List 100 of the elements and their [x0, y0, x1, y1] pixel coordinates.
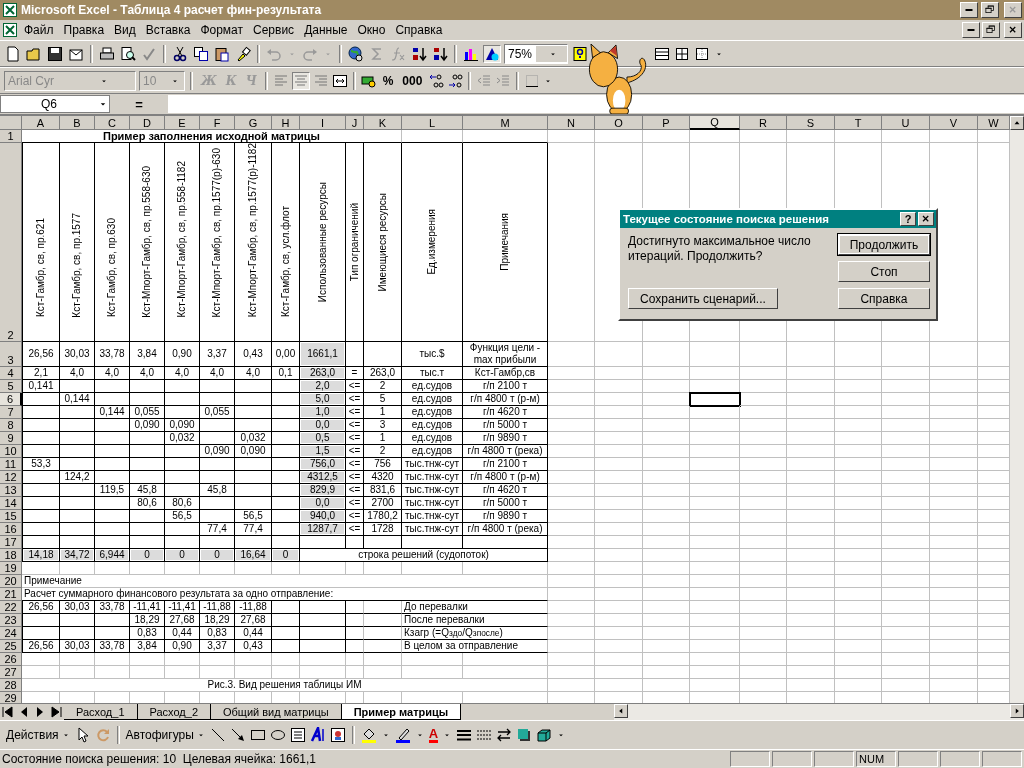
sheet-tab[interactable]: Общий вид матрицы: [211, 704, 342, 720]
row-header[interactable]: 22: [0, 601, 22, 615]
row-header[interactable]: 23: [0, 614, 22, 628]
row-header[interactable]: 8: [0, 419, 22, 433]
menu-item[interactable]: Данные: [300, 23, 352, 37]
menu-item[interactable]: Сервис: [249, 23, 299, 37]
row-header[interactable]: 6: [0, 393, 22, 407]
menu-item[interactable]: Правка: [59, 23, 109, 37]
table-cell: 0,90: [165, 640, 200, 654]
table-cell: тыс.тнж-сут: [402, 484, 463, 498]
column-header[interactable]: C: [95, 116, 130, 130]
column-header[interactable]: K: [364, 116, 402, 130]
dialog-button[interactable]: Стоп: [838, 261, 930, 282]
column-header[interactable]: Q: [690, 116, 740, 130]
table-cell: <=: [346, 458, 364, 472]
menu-item[interactable]: Вставка: [141, 23, 195, 37]
column-header[interactable]: T: [835, 116, 882, 130]
row-header[interactable]: 4: [0, 367, 22, 381]
table-cell: 756,0: [300, 458, 346, 472]
row-header[interactable]: 11: [0, 458, 22, 472]
column-header[interactable]: B: [60, 116, 95, 130]
row-header[interactable]: 27: [0, 666, 22, 680]
menu-item[interactable]: Формат: [196, 23, 248, 37]
row-header[interactable]: 1: [0, 130, 22, 143]
row-header[interactable]: 24: [0, 627, 22, 641]
row-header[interactable]: 25: [0, 640, 22, 654]
row-header[interactable]: 18: [0, 549, 22, 563]
table-cell: 34,72: [60, 549, 95, 563]
table-cell: Пример заполнения исходной матрицы: [22, 130, 402, 143]
column-header[interactable]: P: [643, 116, 690, 130]
sheet-tab[interactable]: Расход_2: [137, 704, 211, 720]
menu-item[interactable]: Окно: [353, 23, 390, 37]
table-cell: Примечание: [22, 575, 548, 589]
sheet-tab[interactable]: Пример матрицы: [341, 704, 462, 720]
row-header[interactable]: 28: [0, 679, 22, 693]
table-cell: ед.судов: [402, 432, 463, 446]
row-header[interactable]: 5: [0, 380, 22, 394]
column-header[interactable]: I: [300, 116, 346, 130]
column-header[interactable]: H: [272, 116, 300, 130]
table-cell: <=: [346, 510, 364, 524]
column-header[interactable]: O: [595, 116, 643, 130]
table-cell: 4312,5: [300, 471, 346, 485]
row-header[interactable]: 14: [0, 497, 22, 511]
table-cell: 4,0: [200, 367, 235, 381]
column-header[interactable]: G: [235, 116, 272, 130]
row-header[interactable]: 26: [0, 653, 22, 667]
table-cell: 0,090: [165, 419, 200, 433]
table-cell: г/п 5000 т: [463, 497, 548, 511]
table-cell: После перевалки: [402, 614, 548, 628]
column-header[interactable]: R: [740, 116, 787, 130]
menu-item[interactable]: Вид: [110, 23, 140, 37]
dialog-button[interactable]: Сохранить сценарий...: [628, 288, 778, 309]
row-header[interactable]: 2: [0, 143, 22, 343]
column-header[interactable]: F: [200, 116, 235, 130]
help-button[interactable]: ?: [900, 212, 916, 226]
column-header[interactable]: L: [402, 116, 463, 130]
column-header[interactable]: M: [463, 116, 548, 130]
dialog-button[interactable]: Справка: [838, 288, 930, 309]
table-cell: -11,88: [235, 601, 272, 615]
column-header[interactable]: V: [930, 116, 978, 130]
row-header[interactable]: 17: [0, 536, 22, 550]
table-cell: 3,37: [200, 342, 235, 368]
menu-item[interactable]: Файл: [20, 23, 58, 37]
row-header[interactable]: 3: [0, 342, 22, 368]
column-header[interactable]: N: [548, 116, 595, 130]
dialog-button[interactable]: Продолжить: [838, 234, 930, 255]
actions-menu[interactable]: Действия: [6, 728, 71, 742]
column-header[interactable]: D: [130, 116, 165, 130]
row-header[interactable]: 16: [0, 523, 22, 537]
sheet-tab[interactable]: Расход_1: [64, 704, 138, 720]
row-header[interactable]: 15: [0, 510, 22, 524]
row-header[interactable]: 7: [0, 406, 22, 420]
table-cell: 119,5: [95, 484, 130, 498]
column-header[interactable]: J: [346, 116, 364, 130]
table-cell: 26,56: [22, 640, 60, 654]
column-header[interactable]: W: [978, 116, 1010, 130]
column-header[interactable]: E: [165, 116, 200, 130]
row-header[interactable]: 12: [0, 471, 22, 485]
row-header[interactable]: 9: [0, 432, 22, 446]
table-cell: 1: [364, 406, 402, 420]
table-cell: 2: [364, 380, 402, 394]
column-heading: Кст-Гамбр, св, усл.флот: [279, 206, 292, 318]
table-cell: 1780,2: [364, 510, 402, 524]
font-color-button[interactable]: A: [428, 727, 439, 743]
column-header[interactable]: U: [882, 116, 930, 130]
row-header[interactable]: 10: [0, 445, 22, 459]
row-header[interactable]: 20: [0, 575, 22, 589]
row-header[interactable]: 21: [0, 588, 22, 602]
row-header[interactable]: 13: [0, 484, 22, 498]
menu-item[interactable]: Справка: [391, 23, 447, 37]
row-header[interactable]: 19: [0, 562, 22, 576]
table-cell: 77,4: [235, 523, 272, 537]
autoshapes-menu[interactable]: Автофигуры: [125, 728, 206, 742]
formula-equals: =: [134, 96, 144, 112]
table-cell: ед.судов: [402, 380, 463, 394]
table-cell: 53,3: [22, 458, 60, 472]
column-header[interactable]: S: [787, 116, 835, 130]
name-box[interactable]: Q6: [0, 95, 110, 113]
column-header[interactable]: A: [22, 116, 60, 130]
zoom-field[interactable]: 75%: [504, 43, 568, 64]
